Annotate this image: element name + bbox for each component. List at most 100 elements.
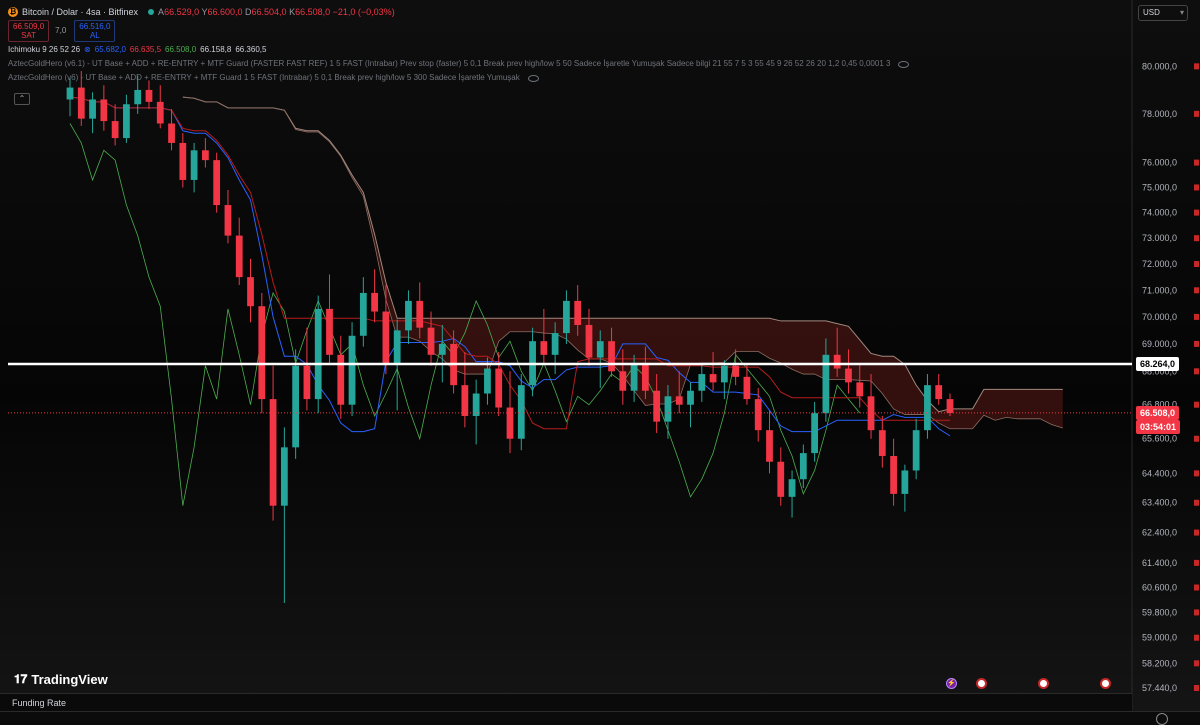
candle-body [799, 453, 807, 480]
candle-body [416, 300, 424, 328]
candle-body [258, 306, 266, 400]
candle-body [495, 368, 503, 408]
candle-body [935, 385, 943, 400]
y-tick-label: 64.400,0 [1142, 468, 1177, 478]
indicator-1-legend[interactable]: AztecGoldHero (v6.1) - UT Base + ADD + R… [8, 58, 910, 70]
hidden-eye-icon[interactable] [527, 74, 539, 82]
candle-body [461, 385, 469, 416]
candle-body [924, 385, 931, 431]
y-tick-label: 75.000,0 [1142, 182, 1177, 192]
alert-marker-icon [1194, 634, 1199, 641]
ichimoku-legend[interactable]: Ichimoku 9 26 52 26 ⊗ 65.682,0 66.635,5 … [8, 44, 909, 56]
indicator-2-legend[interactable]: AztecGoldHero (v6) - UT Base + ADD + RE-… [8, 72, 909, 84]
candle-body [788, 479, 796, 497]
alert-marker-icon [1194, 184, 1199, 191]
y-tick-label: 73.000,0 [1142, 233, 1177, 243]
y-tick-label: 65.600,0 [1142, 434, 1177, 444]
bolt-event-icon[interactable]: ⚡ [946, 678, 957, 689]
open-value: 66.529,0 [164, 7, 200, 17]
candle-body [100, 99, 108, 122]
candle-body [168, 123, 175, 143]
candle-body [393, 330, 401, 364]
brand-name: TradingView [31, 672, 108, 687]
candle-body [134, 89, 142, 105]
buy-price: 66.516,0 [79, 22, 111, 31]
low-value: 66.504,0 [251, 7, 287, 17]
tenkan-value: 65.682,0 [94, 45, 126, 54]
currency-select[interactable]: USD [1138, 5, 1188, 21]
candle-body [337, 354, 345, 405]
y-tick-label: 57.440,0 [1142, 683, 1177, 693]
funding-rate-pane[interactable]: Funding Rate [0, 693, 1132, 711]
kijun-value: 66.635,5 [129, 45, 162, 54]
candle-body [720, 365, 728, 383]
candle-body [292, 365, 300, 448]
candle-body [811, 413, 818, 454]
alert-marker-icon [1194, 235, 1199, 242]
span-a-value: 66.158,8 [200, 45, 232, 54]
candle-body [574, 300, 582, 325]
us-flag-event-icon[interactable] [1038, 678, 1049, 689]
candle-body [269, 399, 277, 506]
us-flag-event-icon[interactable] [976, 678, 987, 689]
alert-marker-icon [1194, 63, 1199, 70]
symbol-row: ₿ Bitcoin / Dolar · 4sa · Bitfinex A66.5… [8, 6, 909, 18]
sell-button[interactable]: 66.509,0 SAT [8, 20, 50, 42]
candle-body [732, 365, 740, 377]
alert-marker-icon [1194, 559, 1199, 566]
candle-body [653, 390, 661, 422]
alert-marker-icon [1194, 685, 1199, 691]
y-tick-label: 80.000,0 [1142, 61, 1177, 71]
candle-body [303, 365, 311, 400]
last-price-tag: 66.508,0 [1136, 405, 1180, 420]
spread-value: 7,0 [55, 26, 67, 35]
candle-body [743, 376, 751, 400]
time-axis[interactable] [0, 711, 1200, 725]
chart-area[interactable]: 57.440,0 58.200,0 59.000,0 59.800,0 60.600,0… [0, 0, 1200, 724]
candle-body [145, 89, 153, 102]
span-b-value: 66.360,5 [235, 45, 267, 54]
ohlc-readout: A66.529,0 Y66.600,0 D66.504,0 K66.508,0 … [158, 6, 395, 18]
candle-body [427, 327, 435, 355]
hidden-eye-icon[interactable] [898, 60, 910, 68]
alert-marker-icon [1194, 340, 1199, 347]
buy-button[interactable]: 66.516,0 AL [74, 20, 116, 42]
alert-marker-icon [1194, 287, 1199, 294]
alert-marker-icon [1194, 401, 1199, 408]
candle-body [438, 343, 446, 355]
symbol-title[interactable]: Bitcoin / Dolar · 4sa · Bitfinex [22, 6, 138, 18]
candlestick-chart[interactable]: 57.440,0 58.200,0 59.000,0 59.800,0 60.600,0… [0, 0, 1200, 724]
y-tick-label: 60.600,0 [1142, 583, 1177, 593]
y-tick-label: 72.000,0 [1142, 259, 1177, 269]
candle-body [179, 142, 187, 180]
alert-marker-icon [1194, 435, 1199, 442]
candle-body [833, 354, 841, 369]
candle-body [123, 104, 130, 139]
ichimoku-name: Ichimoku 9 26 52 26 [8, 45, 81, 54]
candle-body [845, 368, 852, 383]
candle-body [371, 292, 378, 312]
candle-body [517, 385, 525, 439]
alert-marker-icon [1194, 159, 1199, 166]
y-tick-label: 78.000,0 [1142, 109, 1177, 119]
alert-marker-icon [1194, 470, 1199, 477]
candle-body [709, 374, 717, 383]
indicator-1-label: AztecGoldHero (v6.1) - UT Base + ADD + R… [8, 59, 891, 68]
candle-body [348, 335, 356, 405]
settings-icon[interactable] [1156, 713, 1168, 725]
candle-body [213, 160, 221, 206]
candle-body [901, 470, 909, 494]
us-flag-event-icon[interactable] [1100, 678, 1111, 689]
tradingview-logo[interactable]: 𝟏𝟕 TradingView [14, 672, 108, 687]
alert-marker-icon [1194, 660, 1199, 667]
candle-body [202, 150, 209, 161]
market-open-icon [148, 9, 155, 15]
alert-marker-icon [1194, 584, 1199, 591]
y-tick-label: 69.000,0 [1142, 339, 1177, 349]
high-value: 66.600,0 [207, 7, 243, 17]
candle-body [766, 430, 773, 462]
alert-marker-icon [1194, 368, 1199, 375]
candle-body [675, 396, 683, 405]
candle-body [235, 235, 243, 278]
collapse-legend-icon[interactable]: ⌃ [14, 93, 30, 105]
